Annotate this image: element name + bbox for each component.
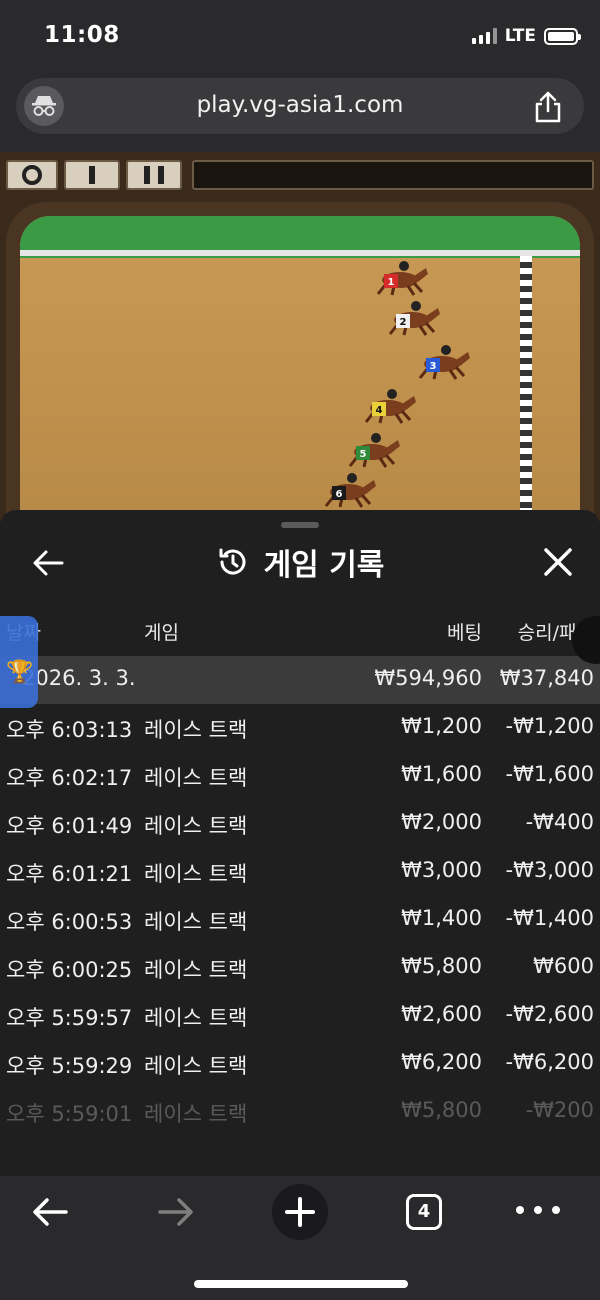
row-win-loss: ₩600	[533, 954, 594, 978]
history-row[interactable]: 오후 5:59:29 레이스 트랙 ₩6,200 -₩6,200	[0, 1040, 600, 1088]
pause-button[interactable]	[126, 160, 182, 190]
game-history-panel: 게임 기록 날짜 게임 베팅 승리/패배 2026. 3. 3. ₩594,96…	[0, 510, 600, 1176]
row-game: 레이스 트랙	[144, 862, 248, 886]
horse-2: 2	[382, 296, 442, 336]
network-label: LTE	[504, 26, 536, 46]
top-rail	[20, 250, 580, 256]
history-row[interactable]: 오후 6:01:21 레이스 트랙 ₩3,000 -₩3,000	[0, 848, 600, 896]
row-bet: ₩1,200	[401, 714, 482, 738]
row-time: 오후 5:59:29	[6, 1054, 133, 1078]
horse-4: 4	[358, 384, 418, 424]
row-time: 오후 5:59:01	[6, 1102, 133, 1126]
row-time: 오후 6:03:13	[6, 718, 133, 742]
row-win-loss: -₩6,200	[505, 1050, 594, 1074]
history-icon	[216, 545, 250, 579]
browser-back-icon[interactable]	[28, 1194, 72, 1230]
row-bet: ₩5,800	[401, 1098, 482, 1122]
finish-line	[520, 256, 532, 516]
row-game: 레이스 트랙	[144, 1006, 248, 1030]
history-row[interactable]: 오후 6:01:49 레이스 트랙 ₩2,000 -₩400	[0, 800, 600, 848]
horse-number: 6	[336, 489, 343, 500]
history-row[interactable]: 오후 5:59:01 레이스 트랙 ₩5,800 -₩200	[0, 1088, 600, 1136]
row-bet: ₩5,800	[401, 954, 482, 978]
history-row[interactable]: 오후 6:02:17 레이스 트랙 ₩1,600 -₩1,600	[0, 752, 600, 800]
row-time: 오후 6:01:21	[6, 862, 133, 886]
horse-5: 5	[342, 428, 402, 468]
column-headers: 날짜 게임 베팅 승리/패배	[0, 614, 600, 650]
row-win-loss: -₩200	[525, 1098, 594, 1122]
history-row[interactable]: 오후 6:00:53 레이스 트랙 ₩1,400 -₩1,400	[0, 896, 600, 944]
row-time: 오후 6:00:53	[6, 910, 133, 934]
summary-date: 2026. 3. 3.	[22, 666, 136, 690]
race-track: 1 2 3 4 5 6	[6, 202, 594, 522]
ticker-display	[192, 160, 594, 190]
history-row[interactable]: 오후 5:59:57 레이스 트랙 ₩2,600 -₩2,600	[0, 992, 600, 1040]
row-win-loss: -₩400	[525, 810, 594, 834]
sheet-grabber[interactable]	[281, 522, 319, 528]
trophy-tab[interactable]: 🏆	[0, 616, 38, 708]
history-row[interactable]: 오후 6:00:25 레이스 트랙 ₩5,800 ₩600	[0, 944, 600, 992]
home-indicator	[194, 1280, 408, 1288]
row-game: 레이스 트랙	[144, 1054, 248, 1078]
row-game: 레이스 트랙	[144, 958, 248, 982]
row-win-loss: -₩3,000	[505, 858, 594, 882]
tabs-button[interactable]: 4	[406, 1194, 442, 1230]
row-bet: ₩2,000	[401, 810, 482, 834]
trophy-icon: 🏆	[6, 660, 34, 685]
col-bet[interactable]: 베팅	[447, 618, 482, 645]
row-time: 오후 6:00:25	[6, 958, 133, 982]
race-game-view: 1 2 3 4 5 6	[0, 152, 600, 522]
col-game[interactable]: 게임	[144, 618, 179, 645]
address-bar[interactable]: play.vg-asia1.com	[16, 78, 584, 134]
new-tab-button[interactable]	[272, 1184, 328, 1240]
row-game: 레이스 트랙	[144, 814, 248, 838]
record-button[interactable]	[6, 160, 58, 190]
horse-number: 1	[388, 277, 395, 288]
row-bet: ₩2,600	[401, 1002, 482, 1026]
horse-1: 1	[370, 256, 430, 296]
row-win-loss: -₩1,400	[505, 906, 594, 930]
row-game: 레이스 트랙	[144, 766, 248, 790]
row-game: 레이스 트랙	[144, 910, 248, 934]
horse-number: 3	[430, 361, 437, 372]
status-bar: 11:08 LTE	[0, 0, 600, 72]
browser-forward-icon[interactable]	[154, 1194, 198, 1230]
signal-icon	[471, 28, 497, 44]
summary-bet: ₩594,960	[374, 666, 482, 690]
row-time: 오후 6:02:17	[6, 766, 133, 790]
history-row[interactable]: 오후 6:03:13 레이스 트랙 ₩1,200 -₩1,200	[0, 704, 600, 752]
history-list: 2026. 3. 3. ₩594,960 ₩37,840 오후 6:03:13 레…	[0, 656, 600, 1136]
row-bet: ₩6,200	[401, 1050, 482, 1074]
horse-number: 4	[376, 405, 383, 416]
row-win-loss: -₩1,600	[505, 762, 594, 786]
summary-win-loss: ₩37,840	[499, 666, 594, 690]
row-win-loss: -₩1,200	[505, 714, 594, 738]
panel-title: 게임 기록	[263, 548, 385, 583]
close-icon[interactable]	[542, 546, 574, 578]
row-game: 레이스 트랙	[144, 718, 248, 742]
browser-bottom-bar: 4	[0, 1176, 600, 1300]
track-surface: 1 2 3 4 5 6	[20, 216, 580, 522]
single-bar-button[interactable]	[64, 160, 120, 190]
row-bet: ₩1,400	[401, 906, 482, 930]
row-bet: ₩3,000	[401, 858, 482, 882]
row-time: 오후 5:59:57	[6, 1006, 133, 1030]
horse-6: 6	[318, 468, 378, 508]
more-icon[interactable]	[516, 1206, 560, 1218]
horse-number: 2	[400, 317, 407, 328]
battery-icon	[544, 27, 581, 45]
row-bet: ₩1,600	[401, 762, 482, 786]
browser-address-area: play.vg-asia1.com	[0, 72, 600, 152]
horse-3: 3	[412, 340, 472, 380]
row-game: 레이스 트랙	[144, 1102, 248, 1126]
row-time: 오후 6:01:49	[6, 814, 133, 838]
row-win-loss: -₩2,600	[505, 1002, 594, 1026]
url-text[interactable]: play.vg-asia1.com	[16, 92, 584, 118]
panel-header: 게임 기록	[0, 540, 600, 584]
status-time: 11:08	[44, 22, 120, 48]
horse-number: 5	[360, 449, 367, 460]
status-indicators: LTE	[471, 26, 581, 46]
date-summary-row[interactable]: 2026. 3. 3. ₩594,960 ₩37,840	[0, 656, 600, 704]
share-icon[interactable]	[532, 90, 564, 124]
